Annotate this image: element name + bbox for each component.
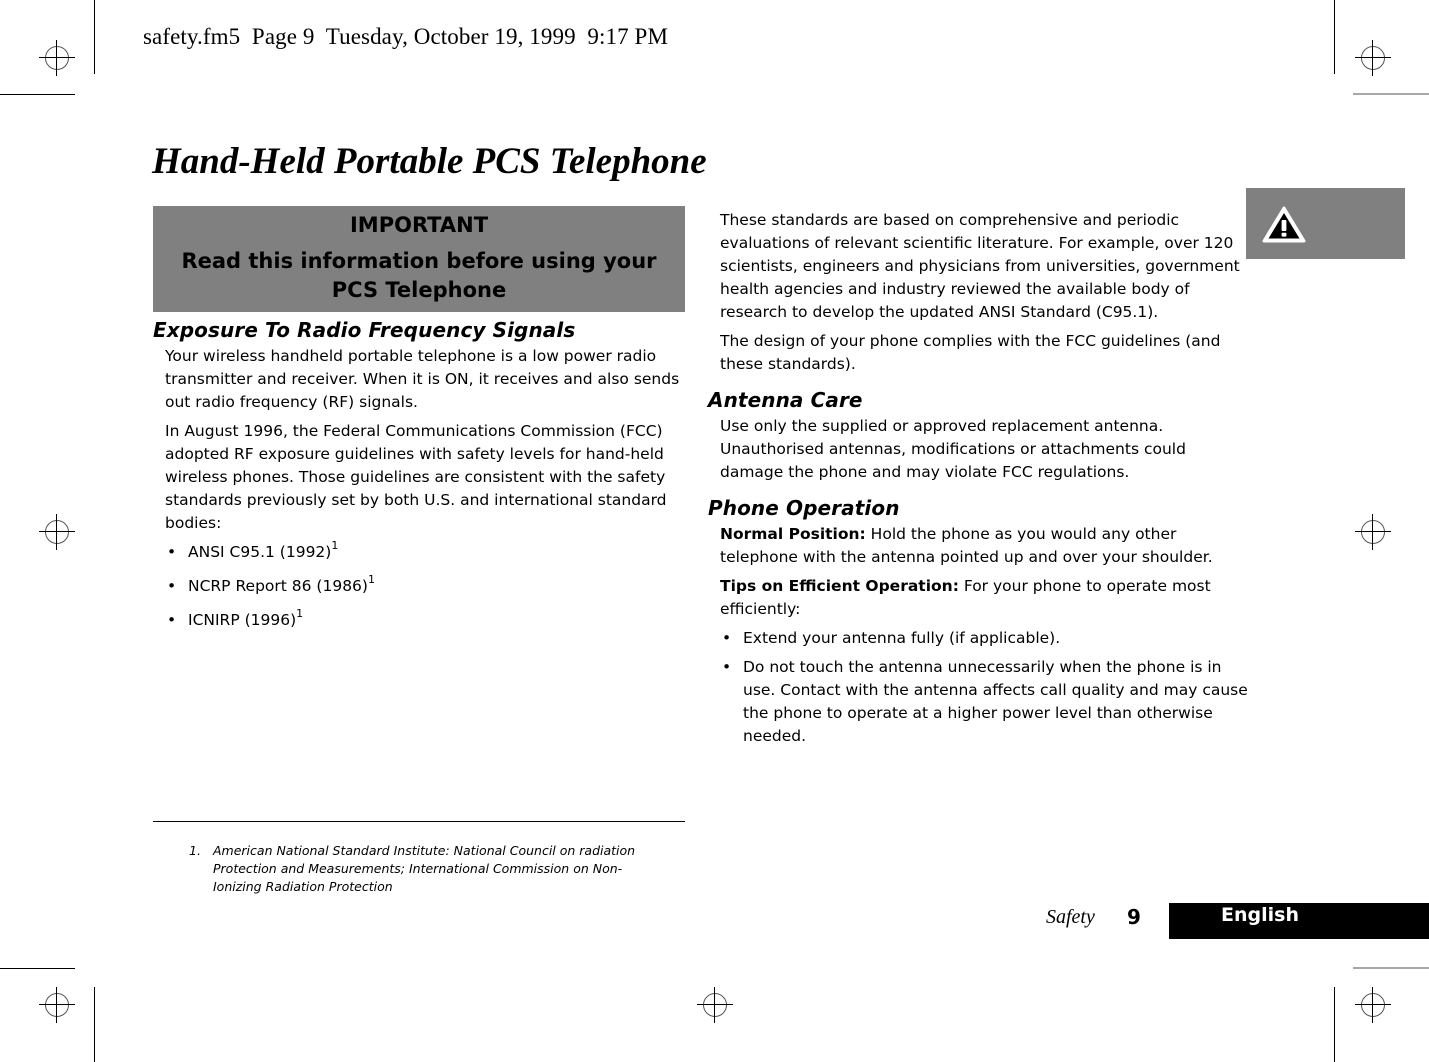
crop-mark-top-right-vertical [1334,0,1335,74]
standard-name: ANSI C95.1 (1992) [188,543,332,561]
efficient-operation-label: Tips on Efficient Operation: [720,577,959,595]
registration-mark-top-right [1355,40,1391,76]
registration-mark-right-middle [1355,514,1391,550]
section-title-rf-exposure: Exposure To Radio Frequency Signals [153,318,576,342]
paragraph-design-compliance: The design of your phone complies with t… [720,332,1221,373]
left-column: Exposure To Radio Frequency Signals Your… [153,316,693,643]
footnote-ref[interactable]: 1 [368,573,375,586]
paragraph-fcc-guidelines: In August 1996, the Federal Communicatio… [165,422,667,532]
page-title: Hand-Held Portable PCS Telephone [152,141,707,182]
warning-triangle-icon [1262,206,1306,243]
crop-mark-bottom-left-vertical [94,987,95,1062]
footer-section-name: Safety [1046,906,1095,928]
paragraph-rf-intro: Your wireless handheld portable telephon… [165,347,680,411]
footnote-text: American National Standard Institute: Na… [213,843,636,894]
paragraph-efficient-operation: Tips on Efficient Operation: For your ph… [720,575,1248,621]
right-column: These standards are based on comprehensi… [708,209,1248,754]
crop-mark-top-left-vertical [94,0,95,74]
crop-mark-bottom-left-horizontal [0,968,75,969]
footer-language-tab: English [1169,903,1429,939]
section-title-antenna-care: Antenna Care [708,388,863,412]
paragraph-normal-position: Normal Position: Hold the phone as you w… [720,523,1248,569]
registration-mark-bottom-left [39,987,75,1023]
footnote-divider [153,821,685,822]
important-message: Read this information before using your … [181,249,657,302]
paragraph-standards-basis: These standards are based on comprehensi… [720,211,1240,321]
language-label: English [1221,904,1299,926]
list-item: NCRP Report 86 (1986)1 [165,573,693,598]
crop-mark-bottom-right-horizontal [1353,967,1429,969]
footer-page-number: 9 [1127,905,1141,929]
normal-position-label: Normal Position: [720,525,866,543]
important-notice-box: IMPORTANT Read this information before u… [153,206,685,312]
list-item: ANSI C95.1 (1992)1 [165,539,693,564]
standards-list: ANSI C95.1 (1992)1 NCRP Report 86 (1986)… [153,539,693,632]
standard-name: NCRP Report 86 (1986) [188,577,368,595]
standard-name: ICNIRP (1996) [188,611,297,629]
paragraph-antenna-care: Use only the supplied or approved replac… [720,417,1186,481]
warning-tab [1246,188,1405,259]
footnote-ref[interactable]: 1 [296,607,303,620]
registration-mark-top-left [39,40,75,76]
footnote: 1. American National Standard Institute:… [189,842,651,896]
registration-mark-left-middle [39,514,75,550]
list-item: Do not touch the antenna unnecessarily w… [720,656,1248,748]
print-slug: safety.fm5 Page 9 Tuesday, October 19, 1… [143,24,668,49]
efficiency-tips-list: Extend your antenna fully (if applicable… [708,627,1248,748]
section-title-phone-operation: Phone Operation [708,496,900,520]
crop-mark-top-left-horizontal [0,94,75,95]
registration-mark-bottom-center [697,987,733,1023]
footnote-ref[interactable]: 1 [331,539,338,552]
list-item: Extend your antenna fully (if applicable… [720,627,1248,650]
important-heading: IMPORTANT [349,213,489,237]
list-item: ICNIRP (1996)1 [165,607,693,632]
crop-mark-top-right-horizontal [1353,93,1429,95]
crop-mark-bottom-right-vertical [1334,987,1335,1062]
registration-mark-bottom-right [1355,987,1391,1023]
footnote-number: 1. [189,843,201,858]
